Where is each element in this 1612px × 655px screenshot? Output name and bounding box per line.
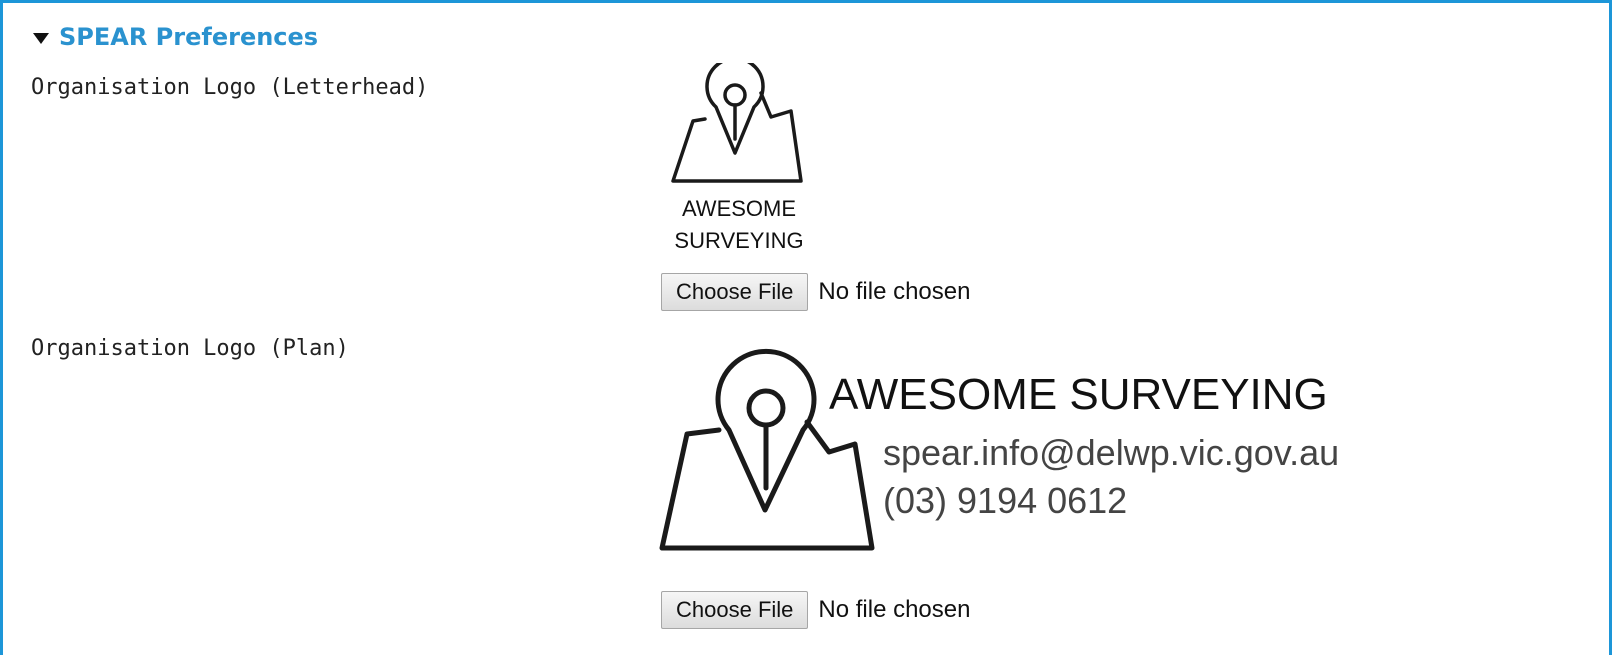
plan-logo-title: AWESOME SURVEYING — [829, 370, 1328, 419]
plan-logo-preview: AWESOME SURVEYING spear.info@delwp.vic.g… — [657, 348, 1340, 563]
letterhead-logo-line1: AWESOME — [681, 196, 797, 221]
section-toggle[interactable]: SPEAR Preferences — [33, 23, 318, 51]
preferences-panel: SPEAR Preferences Organisation Logo (Let… — [0, 0, 1612, 655]
letterhead-choose-file-button[interactable]: Choose File — [661, 273, 809, 311]
plan-choose-file-button[interactable]: Choose File — [661, 591, 809, 629]
plan-logo-label: Organisation Logo (Plan) — [31, 336, 349, 361]
plan-file-input[interactable]: Choose File No file chosen — [661, 591, 970, 629]
letterhead-logo-preview: AWESOME SURVEYING — [661, 63, 817, 263]
plan-logo-email: spear.info@delwp.vic.gov.au — [883, 432, 1340, 473]
section-title: SPEAR Preferences — [59, 23, 319, 51]
letterhead-file-input[interactable]: Choose File No file chosen — [661, 273, 970, 311]
letterhead-logo-label: Organisation Logo (Letterhead) — [31, 75, 429, 100]
letterhead-logo-line2: SURVEYING — [674, 228, 804, 253]
plan-file-status: No file chosen — [818, 596, 971, 623]
triangle-down-icon — [33, 32, 49, 44]
map-pin-icon — [671, 63, 803, 183]
letterhead-file-status: No file chosen — [818, 278, 971, 305]
plan-logo-phone: (03) 9194 0612 — [883, 480, 1128, 521]
